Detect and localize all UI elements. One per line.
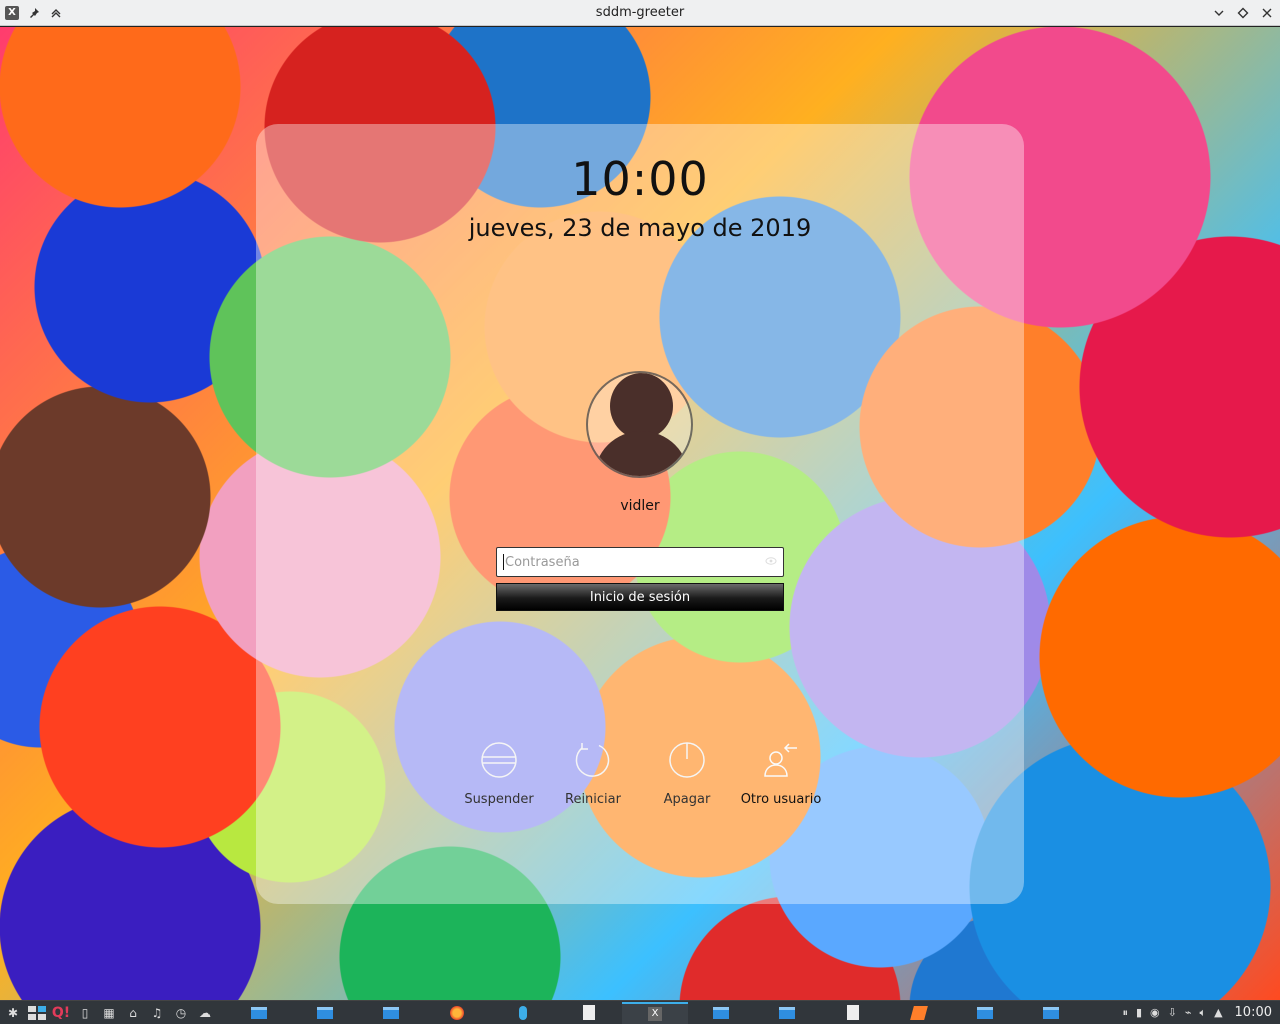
minimize-icon[interactable]: [1212, 6, 1226, 20]
paint-icon: [910, 1005, 928, 1020]
login-button[interactable]: Inicio de sesión: [496, 583, 784, 611]
maximize-icon[interactable]: [1236, 6, 1250, 20]
window-title: sddm-greeter: [595, 5, 685, 20]
pause-icon[interactable]: ⏸: [1122, 1006, 1128, 1020]
task-window[interactable]: [688, 1002, 754, 1024]
music-icon[interactable]: ♫: [148, 1004, 166, 1022]
avatar-body-shape: [594, 431, 689, 476]
task-manager: X: [226, 1001, 1084, 1024]
x-app-icon[interactable]: X: [5, 5, 19, 20]
close-icon[interactable]: [1260, 6, 1274, 20]
network-icon[interactable]: ☁: [196, 1004, 214, 1022]
window-titlebar: X sddm-greeter: [0, 0, 1280, 26]
task-window[interactable]: [292, 1002, 358, 1024]
switch-user-icon: [726, 738, 836, 782]
task-x-app[interactable]: X: [622, 1001, 688, 1024]
updates-icon[interactable]: ◉: [1150, 1006, 1160, 1019]
tray-expand-icon[interactable]: ▲: [1214, 1006, 1222, 1019]
grid-icon[interactable]: ▦: [100, 1004, 118, 1022]
home-icon[interactable]: ⌂: [124, 1004, 142, 1022]
keep-above-icon[interactable]: [49, 6, 63, 20]
text-caret: [503, 554, 504, 570]
task-window[interactable]: [358, 1002, 424, 1024]
wifi-icon[interactable]: ⌁: [1185, 1006, 1192, 1019]
microphone-icon: [519, 1005, 527, 1020]
task-firefox[interactable]: [424, 1002, 490, 1024]
show-password-icon[interactable]: [765, 556, 777, 569]
titlebar-right-controls: [1212, 6, 1280, 20]
username: vidler: [620, 498, 660, 514]
pin-icon[interactable]: [27, 6, 41, 20]
system-tray: ⏸ ▮ ◉ ⇩ ⌁ 🔈︎ ▲ 10:00: [1122, 1005, 1280, 1020]
other-user-label: Otro usuario: [740, 792, 822, 807]
other-user-button[interactable]: Otro usuario: [726, 738, 836, 807]
date: jueves, 23 de mayo de 2019: [468, 214, 812, 242]
app-menu-icon[interactable]: ✱: [4, 1004, 22, 1022]
task-window[interactable]: [226, 1002, 292, 1024]
task-window[interactable]: [754, 1002, 820, 1024]
download-icon[interactable]: ⇩: [1168, 1006, 1177, 1019]
avatar-head-shape: [610, 373, 673, 439]
volume-icon[interactable]: 🔈︎: [1199, 1006, 1206, 1020]
titlebar-left-controls: X: [0, 5, 120, 20]
window-icon: [251, 1006, 267, 1019]
clock: 10:00: [571, 152, 709, 206]
window-icon: [779, 1006, 795, 1019]
password-placeholder: Contraseña: [505, 554, 580, 570]
desktop-pager-icon[interactable]: [28, 1004, 46, 1022]
task-document[interactable]: [556, 1002, 622, 1024]
user-avatar[interactable]: [586, 371, 693, 478]
battery-icon[interactable]: ▮: [1136, 1006, 1142, 1019]
document-icon: [847, 1005, 859, 1020]
taskbar-clock[interactable]: 10:00: [1235, 1005, 1272, 1020]
window-icon: [383, 1006, 399, 1019]
taskbar: ✱ Q! ▯ ▦ ⌂ ♫ ◷ ☁ X ⏸ ▮ ◉ ⇩ ⌁ 🔈︎ ▲ 10:00: [0, 1000, 1280, 1024]
task-paint[interactable]: [886, 1002, 952, 1024]
task-window[interactable]: [952, 1002, 1018, 1024]
window-icon: [977, 1006, 993, 1019]
firefox-icon: [450, 1005, 464, 1020]
document-icon: [583, 1005, 595, 1020]
window-icon: [713, 1006, 729, 1019]
window-icon: [1043, 1006, 1059, 1019]
task-window[interactable]: [1018, 1002, 1084, 1024]
clock-icon[interactable]: ◷: [172, 1004, 190, 1022]
taskbar-launchers: ✱ Q! ▯ ▦ ⌂ ♫ ◷ ☁: [0, 1004, 214, 1022]
file-icon[interactable]: ▯: [76, 1004, 94, 1022]
window-icon: [317, 1006, 333, 1019]
task-document[interactable]: [820, 1002, 886, 1024]
password-field[interactable]: Contraseña: [496, 547, 784, 577]
qmmp-icon[interactable]: Q!: [52, 1004, 70, 1022]
task-microphone[interactable]: [490, 1002, 556, 1024]
x-app-icon: X: [648, 1006, 662, 1021]
